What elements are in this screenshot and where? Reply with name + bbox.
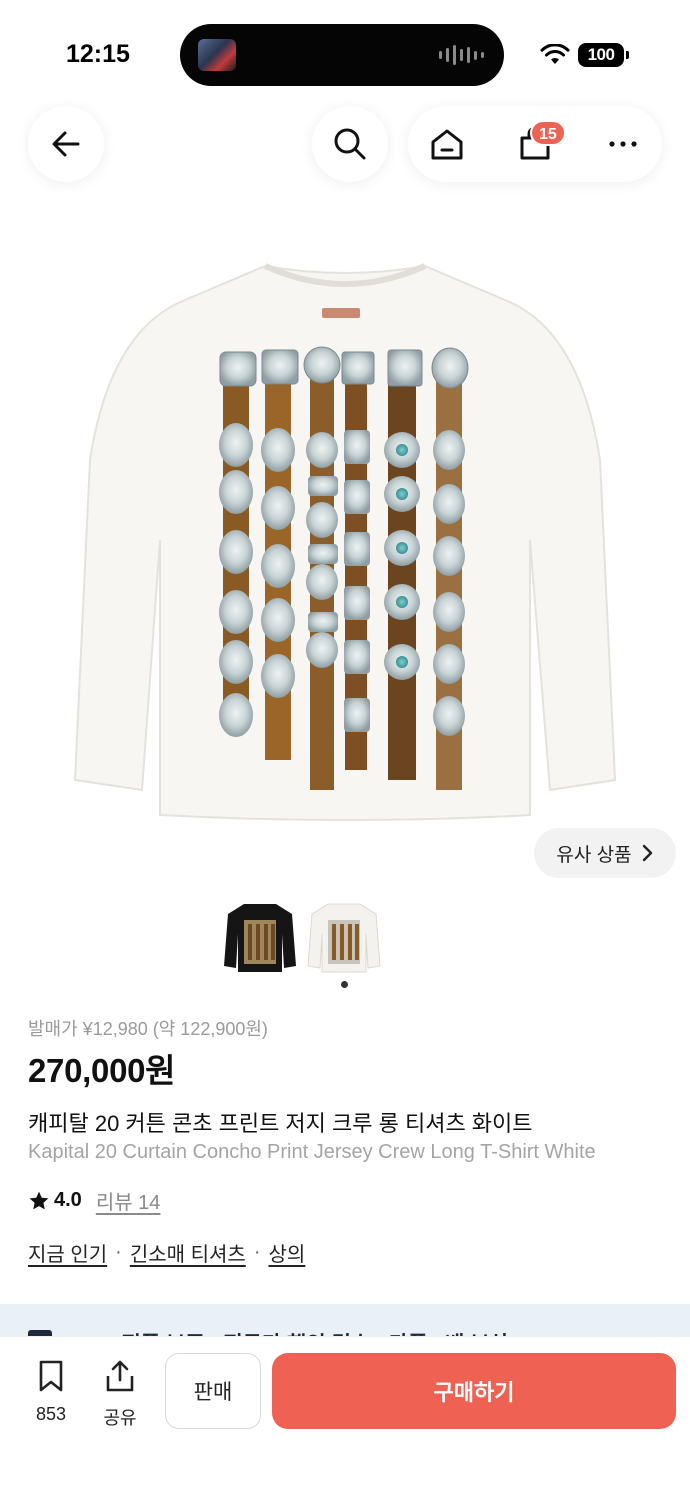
nav-actions-group: 15 [408,106,662,182]
product-name-korean: 캐피탈 20 커튼 콘초 프린트 저지 크루 롱 티셔츠 화이트 [28,1111,533,1136]
chevron-right-icon [642,844,652,862]
rating-row: 4.0 리뷰 14 [28,1186,160,1215]
similar-products-label: 유사 상품 [556,844,632,866]
search-icon [334,128,366,160]
bookmark-button[interactable]: 853 [25,1359,77,1425]
buy-button[interactable]: 구매하기 [272,1353,676,1429]
category-link-trending[interactable]: 지금 인기 [28,1238,107,1267]
bookmark-count: 853 [35,1404,67,1424]
dynamic-island [180,24,504,86]
category-breadcrumb: 지금 인기 · 긴소매 티셔츠 · 상의 [28,1238,305,1267]
bookmark-icon [39,1360,63,1392]
back-button[interactable] [28,106,104,182]
back-arrow-icon [52,131,80,157]
home-icon [431,129,463,160]
product-name-english: Kapital 20 Curtain Concho Print Jersey C… [28,1141,596,1163]
share-button[interactable]: 공유 [94,1359,146,1430]
cart-count-badge: 15 [530,120,566,146]
share-label: 공유 [103,1408,137,1428]
category-separator: · [253,1241,261,1263]
home-button[interactable] [412,106,482,182]
status-time: 12:15 [66,40,130,68]
share-icon [106,1360,134,1392]
bottom-action-bar: 853 공유 판매 구매하기 [0,1336,690,1500]
category-link-long-sleeve[interactable]: 긴소매 티셔츠 [130,1238,246,1267]
more-icon [609,141,637,147]
search-button[interactable] [312,106,388,182]
category-separator: · [115,1241,122,1263]
similar-products-button[interactable]: 유사 상품 [534,828,676,878]
thumbnail-indicator-dot [341,981,348,988]
product-image[interactable] [60,240,630,840]
brand-tag [322,308,360,318]
reviews-link[interactable]: 리뷰 14 [96,1186,161,1215]
product-price: 270,000원 [28,1052,176,1089]
sell-button[interactable]: 판매 [165,1353,261,1429]
more-button[interactable] [588,106,658,182]
thumbnail-white-variant[interactable] [306,898,382,978]
star-icon [29,1191,49,1209]
thumbnail-black-variant[interactable] [222,898,298,978]
category-link-tops[interactable]: 상의 [268,1238,305,1267]
release-price: 발매가 ¥12,980 (약 122,900원) [28,1019,268,1039]
wifi-icon [540,44,570,64]
battery-indicator: 100 [578,43,629,67]
audio-wave-icon [439,44,484,66]
status-bar: 12:15 100 [0,0,690,100]
now-playing-artwork [198,39,236,71]
rating-value: 4.0 [54,1189,82,1211]
